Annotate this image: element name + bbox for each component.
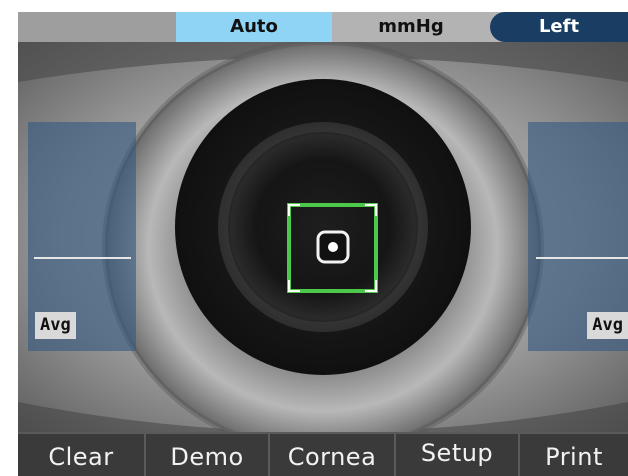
cornea-button[interactable]: Cornea xyxy=(270,434,394,476)
print-button[interactable]: Print xyxy=(520,434,628,476)
bottom-menu-bar: Clear Demo Cornea Setup Print xyxy=(18,432,628,476)
mode-indicator[interactable]: Auto xyxy=(176,12,332,42)
right-panel-line xyxy=(536,257,628,259)
left-reading-panel: Avg xyxy=(28,122,136,351)
left-avg-label: Avg xyxy=(35,312,76,339)
status-blank-cell xyxy=(18,12,176,42)
eye-camera-view: Avg Avg xyxy=(18,42,628,432)
clear-button[interactable]: Clear xyxy=(18,434,144,476)
right-reading-panel: Avg xyxy=(528,122,628,351)
setup-button[interactable]: Setup xyxy=(396,434,518,476)
unit-indicator[interactable]: mmHg xyxy=(332,12,490,42)
tonometer-screen: Auto mmHg Left Avg Avg Clear Demo Cornea… xyxy=(18,12,628,476)
eye-side-indicator[interactable]: Left xyxy=(490,12,628,42)
right-avg-label: Avg xyxy=(587,312,628,339)
status-bar: Auto mmHg Left xyxy=(18,12,628,42)
demo-button[interactable]: Demo xyxy=(146,434,268,476)
left-panel-line xyxy=(34,257,131,259)
